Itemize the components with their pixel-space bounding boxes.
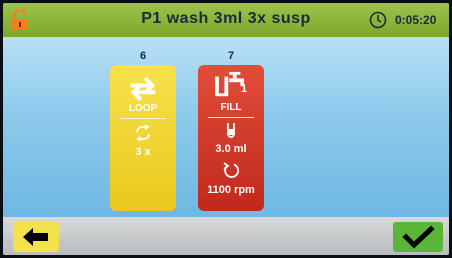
repeat-icon (136, 125, 150, 141)
header-bar: P1 wash 3ml 3x susp 0:05:20 (3, 3, 449, 37)
clock-icon (369, 11, 387, 29)
tube-icon (227, 123, 235, 138)
timer-readout: 0:05:20 (395, 13, 437, 27)
screen: P1 wash 3ml 3x susp 0:05:20 6 7 LOOP 3 x (3, 3, 449, 255)
fill-volume: 3.0 ml (215, 143, 247, 155)
loop-icon (130, 76, 156, 101)
back-button[interactable] (13, 222, 59, 252)
confirm-button[interactable] (393, 222, 443, 252)
step-label: LOOP (128, 103, 158, 114)
divider (120, 118, 166, 119)
spin-speed: 1100 rpm (207, 184, 255, 196)
step-number: 7 (228, 50, 235, 62)
divider (208, 117, 254, 118)
rotate-icon (223, 162, 240, 178)
step-number: 6 (140, 50, 147, 62)
arrow-left-icon (23, 228, 48, 246)
tap-index: 1 (241, 83, 248, 95)
loop-count: 3 x (135, 146, 151, 158)
step-card-loop[interactable]: LOOP 3 x (110, 65, 176, 211)
checkmark-icon (402, 225, 435, 249)
footer-bar (3, 217, 449, 255)
step-card-fill[interactable]: 1 FILL 3.0 ml 1100 rpm (198, 65, 264, 211)
step-label: FILL (220, 102, 242, 113)
